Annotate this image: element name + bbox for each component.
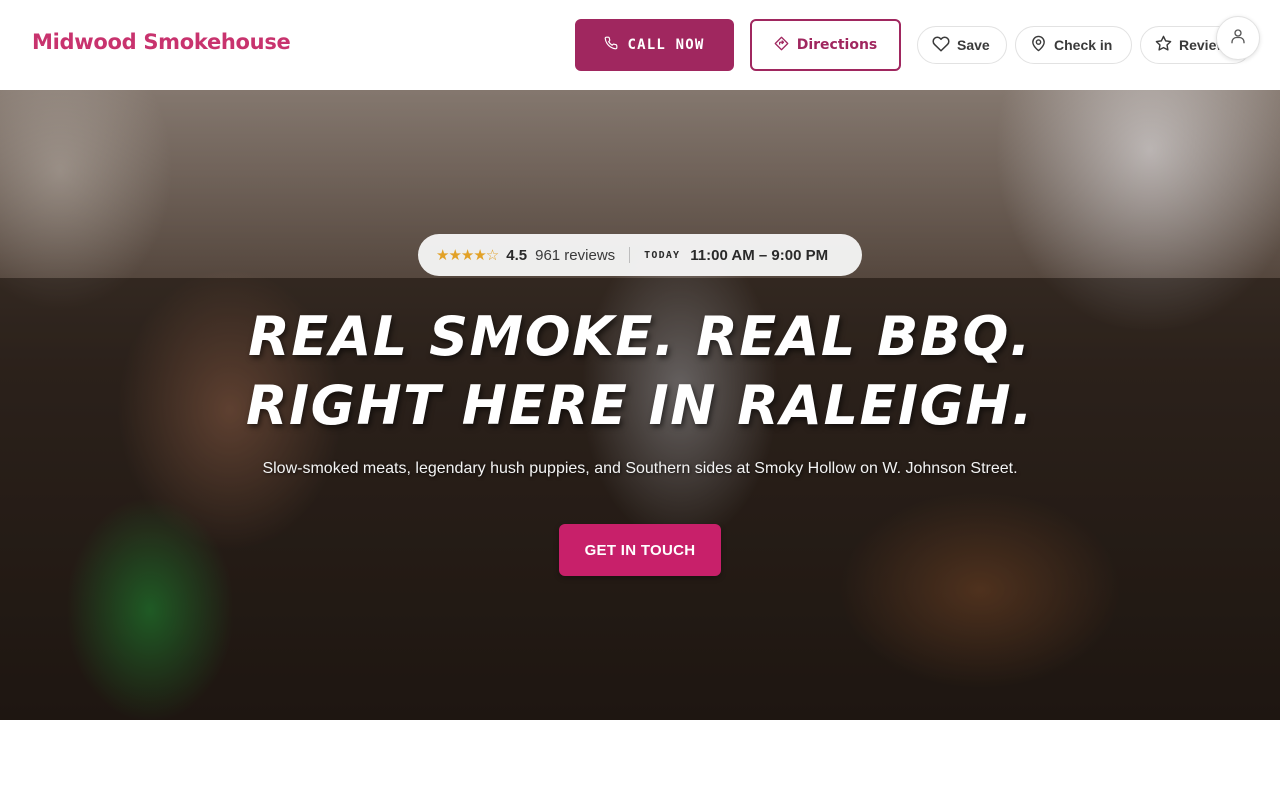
headline-line-1: REAL SMOKE. REAL BBQ. xyxy=(248,305,1032,368)
badge-divider xyxy=(629,247,631,263)
user-icon xyxy=(1229,27,1247,49)
hero-headline: REAL SMOKE. REAL BBQ. RIGHT HERE IN RALE… xyxy=(140,302,1140,440)
review-count[interactable]: 961 reviews xyxy=(535,247,615,264)
call-now-button[interactable]: CALL NOW xyxy=(575,19,734,71)
headline-line-2: RIGHT HERE IN RALEIGH. xyxy=(245,374,1035,437)
star-icon xyxy=(1155,35,1172,55)
directions-button[interactable]: Directions xyxy=(750,19,901,71)
today-label: TODAY xyxy=(644,249,681,261)
brand-name[interactable]: Midwood Smokehouse xyxy=(32,30,291,54)
hero-section: ★★★★☆ 4.5 961 reviews TODAY 11:00 AM – 9… xyxy=(0,90,1280,720)
map-pin-icon xyxy=(1030,35,1047,55)
directions-label: Directions xyxy=(796,37,878,53)
site-header: Midwood Smokehouse CALL NOW Directions S… xyxy=(0,0,1280,90)
phone-icon xyxy=(604,36,618,54)
save-label: Save xyxy=(957,37,990,53)
save-button[interactable]: Save xyxy=(917,26,1007,64)
rating-stars: ★★★★☆ xyxy=(436,246,499,264)
check-in-label: Check in xyxy=(1054,37,1113,53)
directions-icon xyxy=(774,36,789,55)
rating-value: 4.5 xyxy=(506,246,528,264)
hero-subtitle: Slow-smoked meats, legendary hush puppie… xyxy=(262,460,1018,477)
call-now-label: CALL NOW xyxy=(627,37,705,53)
opening-hours: 11:00 AM – 9:00 PM xyxy=(690,246,829,264)
account-button[interactable] xyxy=(1216,16,1260,60)
check-in-button[interactable]: Check in xyxy=(1015,26,1132,64)
rating-hours-badge: ★★★★☆ 4.5 961 reviews TODAY 11:00 AM – 9… xyxy=(418,234,862,276)
heart-icon xyxy=(932,35,950,56)
get-in-touch-button[interactable]: GET IN TOUCH xyxy=(559,524,721,576)
